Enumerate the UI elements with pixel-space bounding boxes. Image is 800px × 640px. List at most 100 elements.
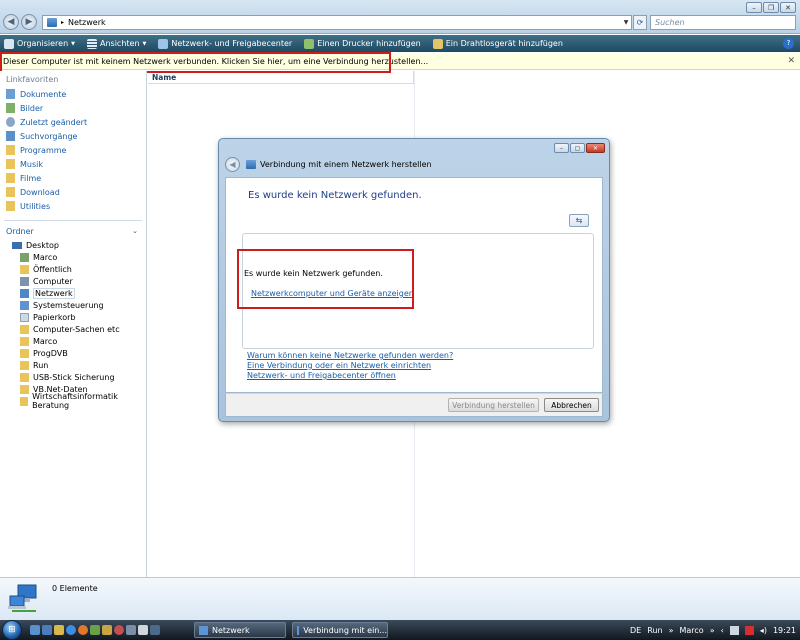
column-header-name[interactable]: Name bbox=[148, 71, 414, 84]
search-input[interactable]: Suchen bbox=[650, 15, 796, 30]
start-button[interactable]: ⊞ bbox=[2, 620, 22, 640]
minimize-button[interactable]: – bbox=[554, 143, 569, 153]
organize-icon bbox=[4, 38, 14, 49]
dialog-window-controls: – ▢ ✕ bbox=[554, 143, 605, 153]
sidebar-item-suchvorgaenge[interactable]: Suchvorgänge bbox=[0, 129, 146, 143]
add-wireless-button[interactable]: Ein Drahtlosgerät hinzufügen bbox=[432, 38, 563, 49]
views-button[interactable]: Ansichten ▼ bbox=[87, 38, 146, 49]
folder-icon bbox=[6, 159, 15, 169]
sidebar-item-programme[interactable]: Programme bbox=[0, 143, 146, 157]
network-center-button[interactable]: Netzwerk- und Freigabecenter bbox=[158, 38, 292, 49]
app-icon[interactable] bbox=[114, 625, 124, 635]
chevron-right-icon[interactable]: » bbox=[669, 626, 674, 635]
folder-icon bbox=[20, 324, 29, 334]
network-tray-icon[interactable] bbox=[729, 625, 739, 635]
tree-item[interactable]: USB-Stick Sicherung bbox=[0, 371, 146, 383]
sidebar-item-filme[interactable]: Filme bbox=[0, 171, 146, 185]
setup-connection-link[interactable]: Eine Verbindung oder ein Netzwerk einric… bbox=[247, 361, 431, 370]
taskbar-button-netzwerk[interactable]: Netzwerk bbox=[194, 622, 286, 638]
dialog-title: Verbindung mit einem Netzwerk herstellen bbox=[246, 160, 432, 169]
folder-icon bbox=[20, 396, 29, 406]
language-indicator[interactable]: DE bbox=[630, 626, 641, 635]
show-devices-link[interactable]: Netzwerkcomputer und Geräte anzeigen bbox=[251, 289, 414, 298]
connect-button[interactable]: Verbindung herstellen bbox=[448, 398, 539, 412]
info-bar[interactable]: Dieser Computer ist mit keinem Netzwerk … bbox=[0, 53, 800, 70]
address-bar[interactable]: ▸ Netzwerk ▼ bbox=[42, 15, 632, 30]
tree-item[interactable]: Öffentlich bbox=[0, 263, 146, 275]
chevron-left-icon[interactable]: ‹ bbox=[721, 626, 724, 635]
chevron-down-icon: ▼ bbox=[71, 40, 75, 47]
tree-item[interactable]: Marco bbox=[0, 335, 146, 347]
app-icon[interactable] bbox=[126, 625, 136, 635]
close-button[interactable]: ✕ bbox=[586, 143, 605, 153]
folder-icon bbox=[20, 360, 29, 370]
run-toolbar[interactable]: Run bbox=[647, 626, 662, 635]
sidebar-item-bilder[interactable]: Bilder bbox=[0, 101, 146, 115]
back-button[interactable]: ◀ bbox=[225, 157, 240, 172]
desktop-icon bbox=[12, 241, 22, 249]
chevron-down-icon[interactable]: ▼ bbox=[621, 19, 631, 26]
views-icon bbox=[87, 38, 97, 49]
switch-windows-icon[interactable] bbox=[42, 625, 52, 635]
folder-icon bbox=[20, 372, 29, 382]
tree-item-selected[interactable]: Netzwerk bbox=[0, 287, 146, 299]
title-bar: – ❐ ✕ ◀ ▶ ▸ Netzwerk ▼ ⟳ Suchen bbox=[0, 0, 800, 34]
maximize-button[interactable]: ❐ bbox=[763, 2, 779, 13]
app-icon[interactable] bbox=[90, 625, 100, 635]
network-icon bbox=[297, 625, 300, 635]
refresh-button[interactable]: ⇆ bbox=[569, 214, 589, 227]
tree-item[interactable]: Systemsteuerung bbox=[0, 299, 146, 311]
sidebar-item-musik[interactable]: Musik bbox=[0, 157, 146, 171]
folders-header[interactable]: Ordner ⌄ bbox=[0, 225, 146, 237]
recycle-bin-icon bbox=[20, 312, 29, 322]
tree-item[interactable]: Wirtschaftsinformatik Beratung bbox=[0, 392, 146, 410]
user-toolbar[interactable]: Marco bbox=[679, 626, 703, 635]
tree-item[interactable]: Computer bbox=[0, 275, 146, 287]
chevron-right-icon[interactable]: » bbox=[710, 626, 715, 635]
refresh-button[interactable]: ⟳ bbox=[633, 15, 647, 30]
tree-item[interactable]: Marco bbox=[0, 251, 146, 263]
tree-item[interactable]: Run bbox=[0, 359, 146, 371]
cancel-button[interactable]: Abbrechen bbox=[544, 398, 599, 412]
item-count: 0 Elemente bbox=[52, 584, 98, 593]
tree-item[interactable]: ProgDVB bbox=[0, 347, 146, 359]
volume-icon[interactable]: ◂) bbox=[760, 626, 767, 635]
tree-item[interactable]: Papierkorb bbox=[0, 311, 146, 323]
show-desktop-icon[interactable] bbox=[30, 625, 40, 635]
antivirus-tray-icon[interactable] bbox=[744, 625, 754, 635]
tree-item-desktop[interactable]: Desktop bbox=[0, 239, 146, 251]
explorer-icon[interactable] bbox=[54, 625, 64, 635]
folder-icon bbox=[20, 348, 29, 358]
add-printer-button[interactable]: Einen Drucker hinzufügen bbox=[304, 38, 421, 49]
internet-explorer-icon[interactable] bbox=[66, 625, 76, 635]
network-icon bbox=[199, 625, 208, 635]
documents-icon bbox=[6, 89, 15, 99]
dialog-footer: Verbindung herstellen Abbrechen bbox=[225, 393, 603, 417]
taskbar-button-verbindung[interactable]: Verbindung mit ein... bbox=[292, 622, 388, 638]
sidebar-item-zuletzt[interactable]: Zuletzt geändert bbox=[0, 115, 146, 129]
close-icon[interactable]: ✕ bbox=[787, 56, 795, 66]
close-button[interactable]: ✕ bbox=[780, 2, 796, 13]
open-network-center-link[interactable]: Netzwerk- und Freigabecenter öffnen bbox=[247, 371, 396, 380]
help-icon[interactable]: ? bbox=[783, 38, 794, 49]
minimize-button[interactable]: – bbox=[746, 2, 762, 13]
app-icon[interactable] bbox=[138, 625, 148, 635]
sidebar-item-dokumente[interactable]: Dokumente bbox=[0, 87, 146, 101]
back-button[interactable]: ◀ bbox=[3, 14, 19, 30]
firefox-icon[interactable] bbox=[78, 625, 88, 635]
forward-button[interactable]: ▶ bbox=[21, 14, 37, 30]
why-no-networks-link[interactable]: Warum können keine Netzwerke gefunden we… bbox=[247, 351, 453, 360]
quick-launch bbox=[30, 625, 160, 635]
window-controls: – ❐ ✕ bbox=[746, 2, 796, 13]
clock[interactable]: 19:21 bbox=[773, 626, 796, 635]
folder-icon bbox=[6, 145, 15, 155]
tree-item[interactable]: Computer-Sachen etc bbox=[0, 323, 146, 335]
app-icon[interactable] bbox=[102, 625, 112, 635]
maximize-button[interactable]: ▢ bbox=[570, 143, 585, 153]
sidebar-item-download[interactable]: Download bbox=[0, 185, 146, 199]
no-network-message: Es wurde kein Netzwerk gefunden. bbox=[244, 269, 383, 278]
app-icon[interactable] bbox=[150, 625, 160, 635]
sidebar-item-utilities[interactable]: Utilities bbox=[0, 199, 146, 213]
organize-button[interactable]: Organisieren ▼ bbox=[4, 38, 75, 49]
network-icon bbox=[47, 18, 57, 27]
